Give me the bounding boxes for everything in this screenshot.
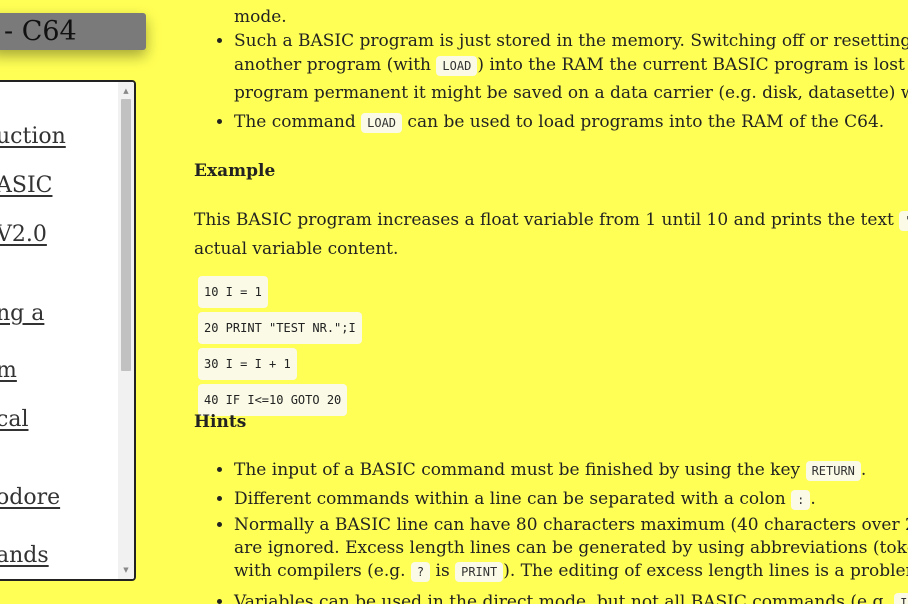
page-title-bar: - C64 — [0, 13, 146, 50]
sidebar-link[interactable]: m — [0, 358, 17, 383]
scroll-up-arrow-icon[interactable]: ▲ — [118, 84, 134, 98]
top-fragment: mode. — [234, 7, 287, 27]
sidebar-link[interactable]: cal — [0, 407, 28, 432]
code-inline: PRINT — [455, 562, 504, 582]
sidebar-item-typical[interactable]: cal — [0, 407, 28, 432]
list-item: Different commands within a line can be … — [234, 485, 908, 514]
bullet-text: The command — [234, 112, 362, 132]
list-item: Variables can be used in the direct mode… — [234, 588, 908, 604]
sidebar-item-writing-a[interactable]: ng a — [0, 301, 44, 326]
bullet-text: with compilers (e.g. — [234, 561, 411, 581]
sidebar-link[interactable]: odore — [0, 485, 60, 510]
sidebar-link[interactable]: ASIC — [0, 173, 52, 198]
hints-list: The input of a BASIC command must be fin… — [194, 456, 908, 604]
hints-heading: Hints — [194, 412, 247, 432]
sidebar-scrollbar[interactable]: ▲ ▼ — [118, 82, 134, 579]
scroll-thumb[interactable] — [121, 99, 131, 371]
bullet-text: The input of a BASIC command must be fin… — [234, 460, 806, 480]
bullet-text: is — [430, 561, 456, 581]
code-inline: "TEST — [899, 211, 908, 231]
sidebar-link[interactable]: ng a — [0, 301, 44, 326]
sidebar-link[interactable]: ands — [0, 543, 49, 568]
sidebar-link[interactable]: V2.0 — [0, 222, 47, 247]
code-block: 10 I = 1 20 PRINT "TEST NR.";I 30 I = I … — [194, 276, 362, 420]
code-line: 10 I = 1 — [198, 276, 268, 308]
bullet-text: can be used to load programs into the RA… — [402, 112, 885, 132]
bullet-text: Normally a BASIC line can have 80 charac… — [234, 515, 908, 535]
code-inline: LOAD — [361, 113, 403, 133]
page: - C64 uction ASIC V2.0 ng a m cal odore … — [0, 0, 908, 604]
code-inline: : — [791, 490, 811, 510]
sidebar-item-basic[interactable]: ASIC — [0, 173, 52, 198]
bullet-text: Variables can be used in the direct mode… — [234, 592, 895, 604]
scroll-down-arrow-icon[interactable]: ▼ — [118, 563, 134, 577]
example-heading: Example — [194, 161, 276, 181]
bullet-text: another program (with — [234, 55, 437, 75]
list-item: Such a BASIC program is just stored in t… — [234, 29, 908, 108]
sidebar-link[interactable]: uction — [0, 124, 66, 149]
bullet-text: Such a BASIC program is just stored in t… — [234, 31, 908, 51]
paragraph-text: This BASIC program increases a float var… — [194, 210, 900, 230]
bullet-text: are ignored. Excess length lines can be … — [234, 538, 908, 558]
bullet-text: ). The editing of excess length lines is… — [503, 561, 908, 581]
list-item: The input of a BASIC command must be fin… — [234, 456, 908, 485]
code-inline: RETURN — [805, 461, 861, 481]
sidebar-item-program[interactable]: m — [0, 358, 17, 383]
sidebar-item-commodore[interactable]: odore — [0, 485, 60, 510]
code-line: 20 PRINT "TEST NR.";I — [198, 312, 362, 344]
sidebar-item-introduction[interactable]: uction — [0, 124, 66, 149]
bullet-text: ) into the RAM the current BASIC program… — [477, 55, 908, 75]
code-line: 30 I = I + 1 — [198, 348, 297, 380]
bullet-list-top: Such a BASIC program is just stored in t… — [194, 29, 908, 135]
list-item: The command LOAD can be used to load pro… — [234, 110, 908, 135]
sidebar-nav[interactable]: uction ASIC V2.0 ng a m cal odore ands ▲… — [0, 80, 136, 581]
list-item: Normally a BASIC line can have 80 charac… — [234, 514, 908, 584]
sidebar-item-v2[interactable]: V2.0 — [0, 222, 47, 247]
bullet-text: Different commands within a line can be … — [234, 489, 792, 509]
code-inline: INPUT — [894, 593, 908, 604]
bullet-text: . — [810, 489, 816, 509]
bullet-text: . — [860, 460, 867, 480]
page-title: - C64 — [4, 16, 77, 47]
bullet-text: program permanent it might be saved on a… — [234, 83, 908, 103]
code-inline: LOAD — [436, 56, 478, 76]
paragraph-text: actual variable content. — [194, 239, 399, 259]
code-inline: ? — [410, 562, 431, 582]
sidebar-item-commands[interactable]: ands — [0, 543, 49, 568]
example-paragraph: This BASIC program increases a float var… — [194, 206, 908, 263]
